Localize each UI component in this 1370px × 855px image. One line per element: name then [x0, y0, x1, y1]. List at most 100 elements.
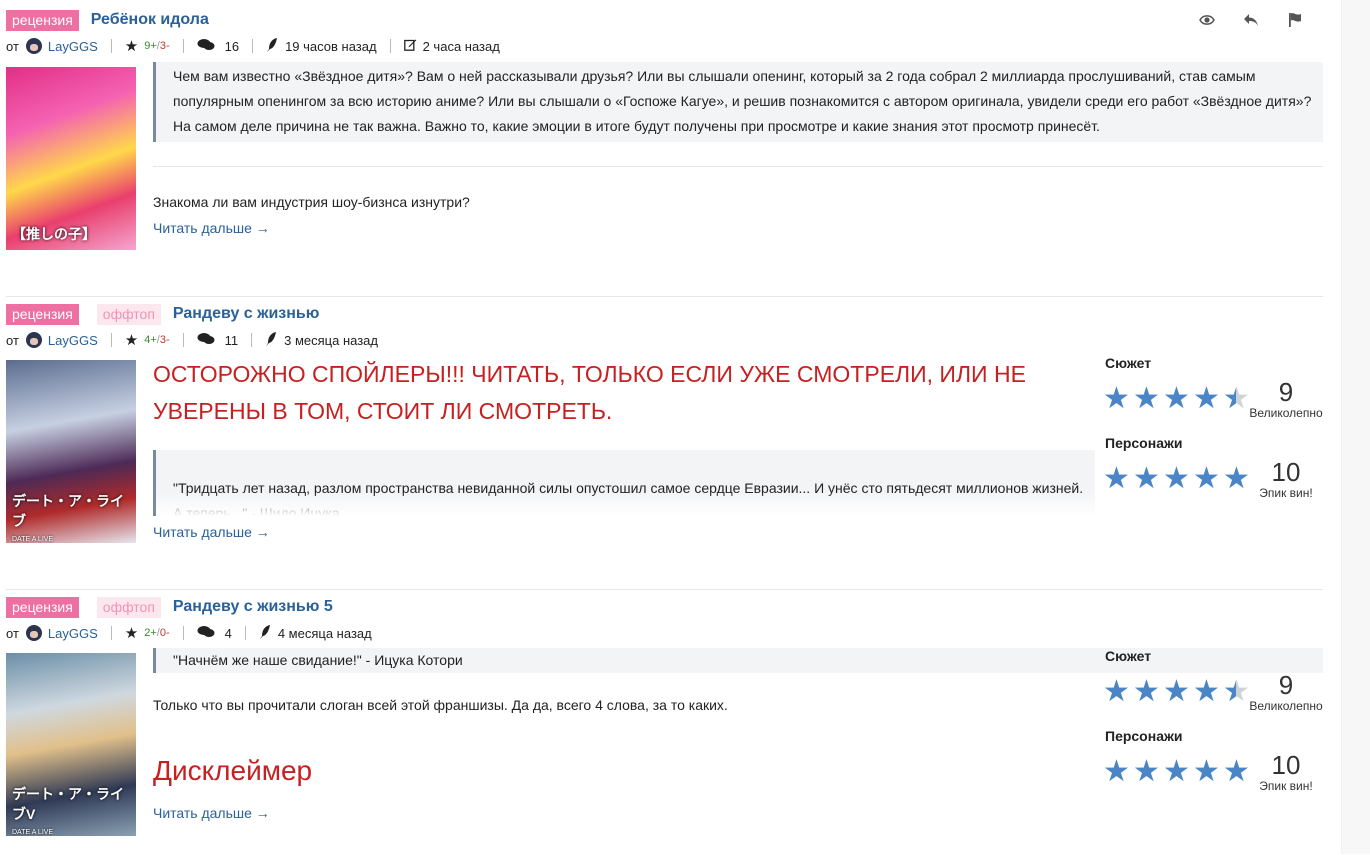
- star-icon: ★: [124, 625, 139, 642]
- rating-score-word: Великолепно: [1249, 699, 1323, 713]
- review-meta: от LayGGS ★ 9+ / 3- 16 19 часов назад 2 …: [6, 37, 500, 55]
- comments-count[interactable]: 16: [225, 39, 239, 54]
- edited-time: 2 часа назад: [422, 38, 500, 54]
- eye-icon[interactable]: [1197, 10, 1217, 30]
- avatar[interactable]: [25, 38, 42, 54]
- rating-row-characters: ★ ★ ★ ★ ★ ★ ★ ★ ★ ★ 10 Эпик вин!: [1101, 750, 1323, 794]
- meta-divider: [244, 626, 246, 640]
- created-time: 4 месяца назад: [277, 625, 372, 641]
- avatar[interactable]: [25, 332, 42, 348]
- rating-star-icon: ★★: [1133, 755, 1160, 788]
- rating-star-icon: ★★: [1133, 462, 1160, 495]
- rating-star-icon: ★★: [1223, 462, 1250, 495]
- rating-star-icon: ★★: [1133, 675, 1160, 708]
- meta-divider: [110, 39, 112, 53]
- author-prefix: от: [6, 625, 19, 641]
- review-card: рецензия Ребёнок идола от LayGGS ★ 9+ / …: [6, 8, 1323, 288]
- rating-score-number: 9: [1278, 377, 1294, 407]
- review-meta: от LayGGS ★ 4+ / 3- 11 3 месяца назад: [6, 331, 378, 349]
- rating-star-icon: ★★: [1223, 382, 1250, 415]
- rating-stars: ★★★★★★★★★★: [1101, 462, 1250, 495]
- rating-star-icon: ★★: [1133, 382, 1160, 415]
- tag-offtopic[interactable]: оффтоп: [96, 303, 161, 325]
- review-title[interactable]: Ребёнок идола: [91, 11, 209, 29]
- votes-plus: 2+: [144, 627, 157, 639]
- review-title[interactable]: Рандеву с жизнью: [173, 305, 320, 323]
- rating-star-icon: ★★: [1163, 755, 1190, 788]
- rating-row-plot: ★★★★★★★★★★ 9 Великолепно: [1101, 377, 1323, 421]
- comments-count[interactable]: 11: [225, 333, 239, 348]
- author-prefix: от: [6, 332, 19, 348]
- poster-image[interactable]: 【推しの子】: [6, 67, 136, 250]
- comments-count[interactable]: 4: [225, 626, 232, 641]
- meta-divider: [252, 39, 254, 53]
- meta-divider: [389, 39, 391, 53]
- rating-row-characters: ★ ★ ★ ★ ★ ★ ★ ★ ★ ★ 10 Эпик вин!: [1101, 457, 1323, 501]
- poster-logo: デート・ア・ライブ: [12, 493, 124, 529]
- review-body: Чем вам известно «Звёздное дитя»? Вам о …: [153, 62, 1323, 236]
- tag-offtopic[interactable]: оффтоп: [96, 596, 161, 618]
- review-header: рецензия Ребёнок идола: [6, 8, 209, 32]
- tag-review[interactable]: рецензия: [6, 596, 79, 618]
- read-more-link[interactable]: Читать дальше →: [153, 220, 1323, 236]
- avatar[interactable]: [25, 625, 42, 641]
- review-quote: "Тридцать лет назад, разлом пространства…: [153, 450, 1095, 516]
- review-quote-text: "Тридцать лет назад, разлом пространства…: [173, 480, 1084, 516]
- rating-star-icon: ★★: [1163, 462, 1190, 495]
- review-card: рецензия оффтоп Рандеву с жизнью от LayG…: [6, 296, 1323, 583]
- rating-star-icon: ★★: [1163, 675, 1190, 708]
- tag-review[interactable]: рецензия: [6, 9, 79, 31]
- edit-icon: [403, 38, 417, 54]
- created-time: 3 месяца назад: [284, 332, 378, 348]
- poster-logo: デート・ア・ライブV: [12, 786, 124, 822]
- rating-score: 10 Эпик вин!: [1249, 458, 1323, 500]
- poster-subtitle: DATE A LIVE: [12, 536, 54, 543]
- poster-image[interactable]: デート・ア・ライブV DATE A LIVE: [6, 653, 136, 836]
- votes-minus: 3-: [159, 334, 170, 346]
- rating-label-characters: Персонажи: [1105, 728, 1183, 744]
- quill-icon: [266, 37, 278, 56]
- meta-divider: [182, 39, 184, 53]
- rating-score-number: 10: [1271, 750, 1301, 780]
- rating-score-word: Эпик вин!: [1259, 486, 1313, 500]
- review-title[interactable]: Рандеву с жизнью 5: [173, 598, 333, 616]
- page-scrollbar[interactable]: [1341, 0, 1370, 854]
- read-more-link[interactable]: Читать дальше →: [153, 524, 1095, 540]
- author-link[interactable]: LayGGS: [48, 626, 98, 641]
- rating-star-icon: ★★: [1193, 382, 1220, 415]
- author-link[interactable]: LayGGS: [48, 333, 98, 348]
- rating-star-icon: ★★: [1223, 755, 1250, 788]
- comments-icon[interactable]: [197, 625, 215, 642]
- rating-label-plot: Сюжет: [1105, 648, 1152, 664]
- rating-star-icon: ★★: [1103, 675, 1130, 708]
- author-link[interactable]: LayGGS: [48, 39, 98, 54]
- rating-score-word: Великолепно: [1249, 406, 1323, 420]
- poster-logo: 【推しの子】: [12, 226, 96, 242]
- reply-icon[interactable]: [1241, 10, 1261, 30]
- flag-icon[interactable]: [1285, 10, 1305, 30]
- rating-stars: ★★★★★★★★★★: [1101, 675, 1250, 708]
- review-paragraph: Знакома ли вам индустрия шоу-бизнса изну…: [153, 194, 470, 210]
- meta-divider: [110, 626, 112, 640]
- rating-label-characters: Персонажи: [1105, 435, 1183, 451]
- review-quote: Чем вам известно «Звёздное дитя»? Вам о …: [153, 62, 1323, 142]
- poster-image[interactable]: デート・ア・ライブ DATE A LIVE: [6, 360, 136, 543]
- comments-icon[interactable]: [197, 332, 215, 349]
- star-icon: ★: [124, 332, 139, 349]
- comments-icon[interactable]: [197, 38, 215, 55]
- rating-star-icon: ★★: [1193, 462, 1220, 495]
- rating-score: 9 Великолепно: [1249, 671, 1323, 713]
- rating-score-number: 9: [1278, 670, 1294, 700]
- review-header: рецензия оффтоп Рандеву с жизнью 5: [6, 595, 333, 619]
- rating-star-icon: ★★: [1103, 755, 1130, 788]
- meta-divider: [251, 333, 253, 347]
- rating-stars: ★★★★★★★★★★: [1101, 755, 1250, 788]
- author-prefix: от: [6, 38, 19, 54]
- meta-divider: [110, 333, 112, 347]
- tag-review[interactable]: рецензия: [6, 303, 79, 325]
- rating-score: 9 Великолепно: [1249, 378, 1323, 420]
- poster-subtitle: DATE A LIVE: [12, 829, 54, 836]
- meta-divider: [182, 333, 184, 347]
- rating-row-plot: ★★★★★★★★★★ 9 Великолепно: [1101, 670, 1323, 714]
- rating-score-word: Эпик вин!: [1259, 779, 1313, 793]
